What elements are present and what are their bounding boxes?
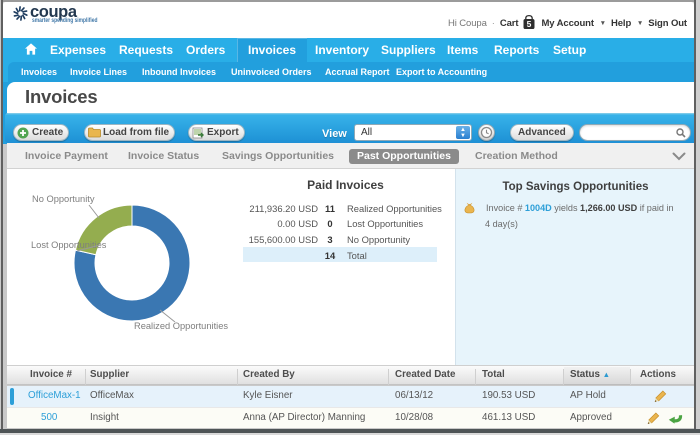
svg-text:5: 5 [527,19,532,29]
